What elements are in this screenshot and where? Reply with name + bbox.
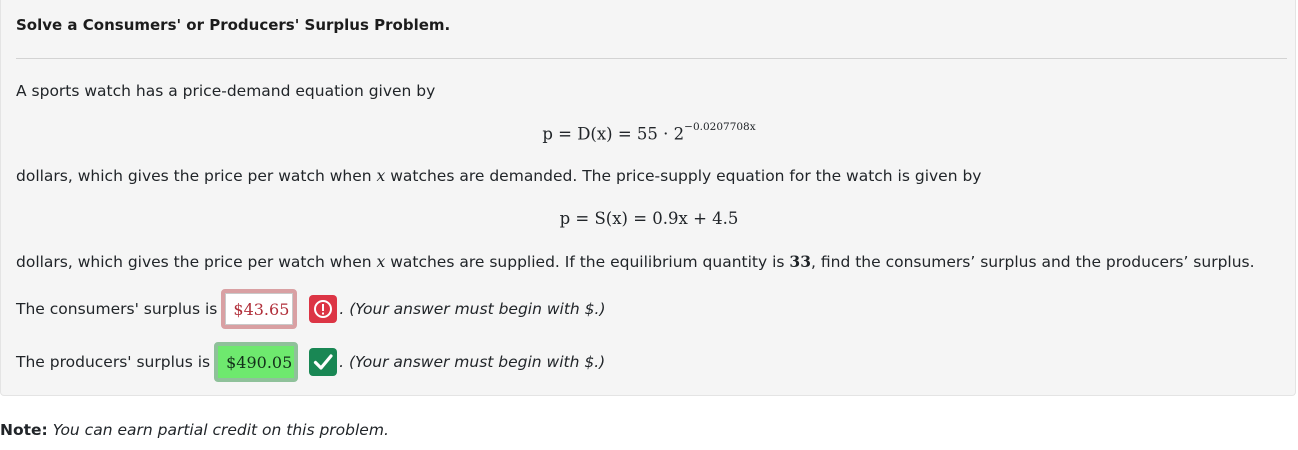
producers-surplus-input[interactable]: $490.05	[214, 342, 299, 382]
problem-panel: Solve a Consumers' or Producers' Surplus…	[0, 0, 1296, 396]
producers-surplus-label: The producers' surplus is	[16, 353, 211, 371]
note-text: You can earn partial credit on this prob…	[52, 421, 389, 439]
supply-text-a: dollars, which gives the price per watch…	[16, 253, 377, 271]
consumers-answer-hint: . (Your answer must begin with $.)	[339, 300, 606, 318]
note-label: Note:	[0, 421, 48, 439]
problem-title: Solve a Consumers' or Producers' Surplus…	[16, 16, 451, 34]
demand-description: dollars, which gives the price per watch…	[16, 167, 981, 185]
supply-equation: p = S(x) = 0.9x + 4.5	[559, 209, 739, 228]
title-divider	[16, 58, 1287, 59]
consumers-surplus-label: The consumers' surplus is	[16, 300, 218, 318]
demand-equation: p = D(x) = 55 · 2−0.0207708x	[1, 121, 1297, 144]
producers-answer-row: The producers' surplus is $490.05 . (You…	[16, 342, 605, 382]
demand-equation-base: p = D(x) = 55 · 2	[542, 124, 685, 144]
intro-text: A sports watch has a price-demand equati…	[16, 82, 436, 100]
partial-credit-note: Note: You can earn partial credit on thi…	[0, 421, 389, 439]
consumers-surplus-input[interactable]: $43.65	[221, 289, 298, 329]
demand-text-a: dollars, which gives the price per watch…	[16, 167, 377, 185]
variable-x: x	[376, 167, 386, 185]
exclamation-circle-icon[interactable]	[309, 295, 338, 323]
equilibrium-quantity: 33	[789, 252, 811, 271]
consumers-answer-row: The consumers' surplus is $43.65 . (Your…	[16, 289, 606, 329]
variable-x: x	[376, 253, 386, 271]
supply-description: dollars, which gives the price per watch…	[16, 252, 1255, 271]
supply-text-c: , find the consumers’ surplus and the pr…	[811, 253, 1255, 271]
demand-equation-exponent: −0.0207708x	[684, 121, 756, 133]
supply-text-b: watches are supplied. If the equilibrium…	[385, 253, 790, 271]
demand-text-b: watches are demanded. The price-supply e…	[385, 167, 982, 185]
producers-answer-hint: . (Your answer must begin with $.)	[339, 353, 606, 371]
check-icon[interactable]	[309, 348, 338, 376]
